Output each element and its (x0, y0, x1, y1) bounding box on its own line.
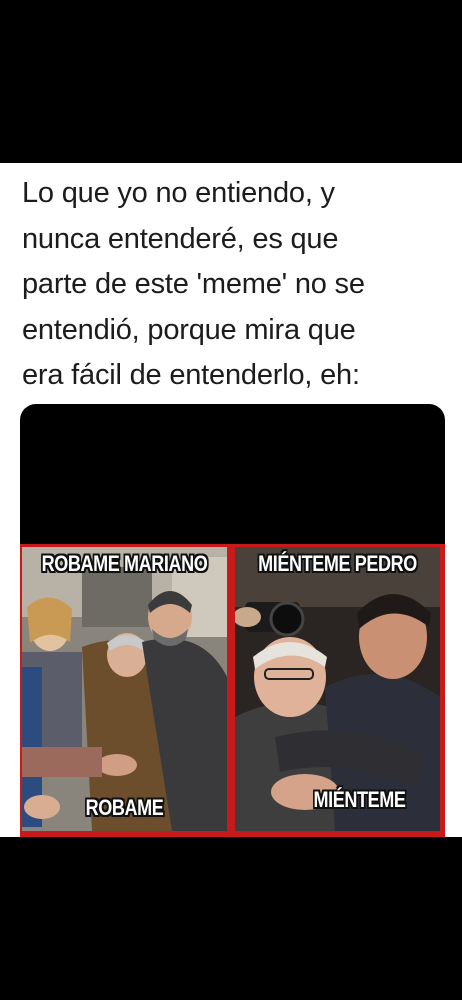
meme-bottom-caption-right: MIÉNTEME (313, 787, 406, 812)
bottom-black-area (0, 837, 462, 1000)
post-text-line: parte de este 'meme' no se (22, 268, 365, 300)
post-text-line: era fácil de entenderlo, eh: (22, 359, 360, 391)
post-media-card[interactable]: ROBAME MARIANO ROBAME MIÉNTEME PEDRO MIÉ… (20, 404, 445, 837)
meme-top-caption-right: MIÉNTEME PEDRO (258, 551, 417, 576)
post-text: Lo que yo no entiendo, y nunca entenderé… (22, 171, 442, 399)
meme-bottom-caption-left: ROBAME (85, 795, 164, 820)
meme-image[interactable]: ROBAME MARIANO ROBAME MIÉNTEME PEDRO MIÉ… (20, 544, 445, 837)
post-text-line: Lo que yo no entiendo, y (22, 177, 335, 209)
post-text-line: nunca entenderé, es que (22, 222, 339, 255)
meme-panel-right: MIÉNTEME PEDRO MIÉNTEME (235, 547, 440, 831)
top-black-area (0, 0, 462, 163)
post-text-line: entendió, porque mira que (22, 313, 356, 346)
meme-top-caption-left: ROBAME MARIANO (41, 551, 208, 576)
photo-hug-left (22, 547, 227, 831)
meme-panel-left: ROBAME MARIANO ROBAME (22, 547, 227, 831)
